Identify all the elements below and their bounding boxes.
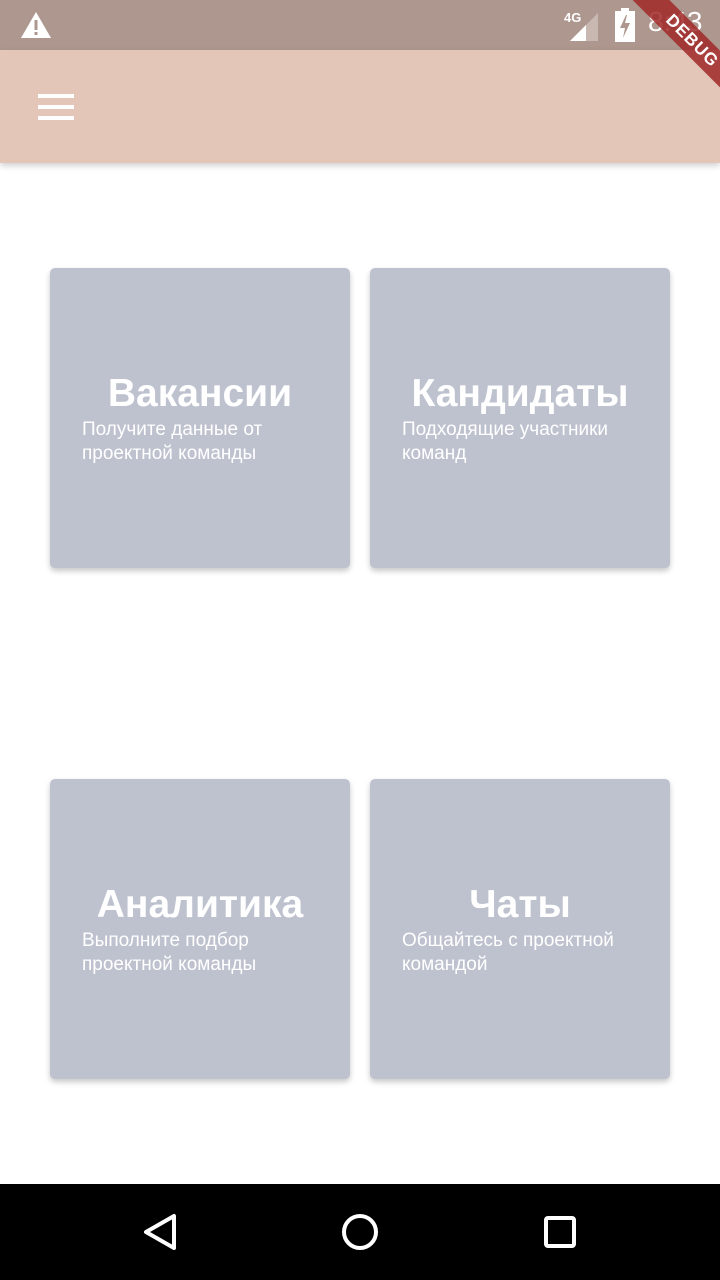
signal-indicator: 4G: [562, 9, 602, 41]
card-description: Получите данные от проектной команды: [82, 419, 263, 464]
network-type-label: 4G: [564, 10, 582, 25]
menu-button[interactable]: [26, 80, 86, 134]
app-bar: [0, 50, 720, 163]
back-icon[interactable]: [140, 1212, 180, 1252]
warning-icon: [21, 12, 51, 38]
battery-charging-icon: [615, 8, 635, 42]
card-vacancies[interactable]: Вакансии Получите данные от проектной ко…: [50, 268, 350, 568]
status-time: 8:43: [648, 6, 703, 37]
card-description: Подходящие участники команд: [402, 419, 608, 464]
home-icon[interactable]: [340, 1212, 380, 1252]
card-title: Кандидаты: [411, 372, 629, 415]
card-analytics[interactable]: Аналитика Выполните подбор проектной ком…: [50, 779, 350, 1079]
card-chats[interactable]: Чаты Общайтесь с проектной командой: [370, 779, 670, 1079]
card-title: Чаты: [469, 883, 571, 926]
card-candidates[interactable]: Кандидаты Подходящие участники команд: [370, 268, 670, 568]
card-title: Аналитика: [96, 883, 304, 926]
recents-icon[interactable]: [540, 1212, 580, 1252]
card-description: Выполните подбор проектной команды: [82, 930, 257, 975]
card-description: Общайтесь с проектной командой: [402, 930, 614, 975]
navigation-bar: [0, 1184, 720, 1280]
card-title: Вакансии: [107, 372, 293, 415]
status-bar: 4G 8:43: [0, 0, 720, 50]
